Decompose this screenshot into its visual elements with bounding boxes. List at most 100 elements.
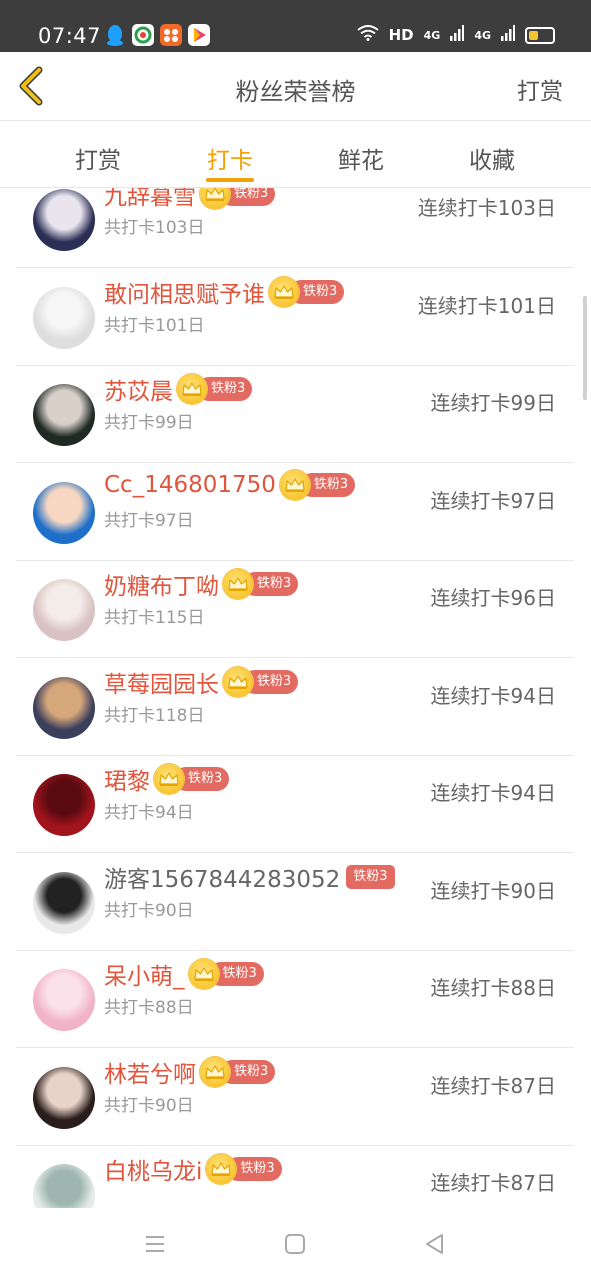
name-line: 珺黎 铁粉3 — [104, 762, 230, 796]
app-icon — [160, 24, 182, 46]
avatar[interactable] — [33, 676, 95, 739]
tab-reward[interactable]: 打赏 — [58, 141, 138, 175]
signal-icon — [450, 25, 465, 45]
avatar[interactable] — [33, 481, 95, 544]
qq-icon — [104, 24, 126, 46]
user-name[interactable]: 草莓园园长 — [104, 665, 219, 699]
tab-checkin[interactable]: 打卡 — [190, 141, 270, 175]
avatar[interactable] — [33, 579, 95, 641]
streak-checkin: 连续打卡101日 — [417, 293, 556, 318]
name-line: 苏苡晨 铁粉3 — [104, 372, 253, 406]
signal-4g-label: 4G — [423, 28, 441, 42]
page-title: 粉丝荣誉榜 — [235, 78, 356, 106]
user-name[interactable]: 敢问相思赋予谁 — [104, 275, 265, 309]
list-item[interactable]: 白桃乌龙i 铁粉3 连续打卡87日 — [16, 1145, 574, 1208]
list-item[interactable]: 九辞暮雪 铁粉3 共打卡103日 连续打卡103日 — [16, 188, 574, 268]
streak-checkin: 连续打卡88日 — [430, 976, 556, 1000]
back-triangle-icon[interactable] — [423, 1232, 447, 1256]
crown-icon — [223, 569, 253, 599]
crown-icon — [188, 959, 219, 989]
user-name[interactable]: 奶糖布丁呦 — [104, 567, 219, 601]
name-line: 九辞暮雪 铁粉3 — [104, 188, 276, 211]
total-checkin: 共打卡115日 — [104, 608, 205, 628]
tab-active-indicator — [206, 178, 254, 182]
battery-icon — [525, 26, 555, 44]
list-item[interactable]: 林若兮啊 铁粉3 共打卡90日 连续打卡87日 — [16, 1048, 574, 1146]
list-item[interactable]: 珺黎 铁粉3 共打卡94日 连续打卡94日 — [16, 755, 574, 853]
user-name[interactable]: 苏苡晨 — [104, 372, 173, 406]
total-checkin: 共打卡97日 — [104, 510, 194, 531]
user-name[interactable]: 游客1567844283052 — [104, 860, 340, 894]
streak-checkin: 连续打卡97日 — [430, 488, 556, 513]
total-checkin: 共打卡99日 — [104, 413, 194, 433]
avatar[interactable] — [33, 286, 95, 349]
list-item[interactable]: 奶糖布丁呦 铁粉3 共打卡115日 连续打卡96日 — [16, 560, 574, 658]
avatar[interactable] — [33, 189, 95, 251]
tab-bar: 打赏 打卡 鲜花 收藏 — [0, 121, 591, 188]
signal-icon-2 — [501, 25, 515, 45]
list-item[interactable]: Cc_146801750 铁粉3 共打卡97日 连续打卡97日 — [16, 463, 574, 561]
total-checkin: 共打卡118日 — [104, 705, 205, 726]
avatar[interactable] — [33, 871, 95, 934]
hd-label: HD — [388, 26, 414, 44]
tab-flowers[interactable]: 鲜花 — [321, 141, 401, 175]
name-line: 呆小萌_ 铁粉3 — [104, 957, 264, 991]
total-checkin: 共打卡103日 — [104, 218, 205, 238]
status-bar: 07:47 HD 4G 4G — [0, 0, 591, 52]
user-name[interactable]: 林若兮啊 — [104, 1055, 196, 1089]
header-bar: 粉丝荣誉榜 打赏 — [0, 52, 591, 121]
user-name[interactable]: 珺黎 — [104, 762, 150, 796]
crown-icon — [269, 276, 299, 307]
total-checkin: 共打卡94日 — [104, 803, 194, 823]
crown-icon — [223, 666, 253, 697]
streak-checkin: 连续打卡90日 — [430, 878, 556, 903]
crown-icon — [279, 469, 310, 500]
video-app-icon — [188, 24, 210, 46]
status-time: 07:47 — [38, 24, 102, 48]
list-item[interactable]: 草莓园园长 铁粉3 共打卡118日 连续打卡94日 — [16, 658, 574, 756]
streak-checkin: 连续打卡99日 — [430, 391, 556, 415]
name-line: 游客1567844283052 铁粉3 — [104, 860, 395, 894]
wifi-icon — [356, 25, 379, 45]
name-line: 草莓园园长 铁粉3 — [104, 665, 299, 699]
total-checkin: 共打卡101日 — [104, 315, 205, 336]
home-icon[interactable] — [283, 1232, 307, 1256]
signal-4g-label-2: 4G — [474, 28, 491, 42]
user-name[interactable]: Cc_146801750 — [104, 472, 276, 498]
user-name[interactable]: 九辞暮雪 — [104, 188, 196, 211]
browser-icon — [132, 24, 154, 46]
status-indicators: HD 4G 4G — [356, 25, 555, 45]
user-name[interactable]: 白桃乌龙i — [104, 1152, 202, 1186]
list-item[interactable]: 苏苡晨 铁粉3 共打卡99日 连续打卡99日 — [16, 365, 574, 463]
crown-icon — [200, 1056, 230, 1087]
streak-checkin: 连续打卡94日 — [430, 781, 556, 805]
streak-checkin: 连续打卡87日 — [430, 1073, 556, 1098]
streak-checkin: 连续打卡87日 — [430, 1171, 556, 1195]
list-item[interactable]: 呆小萌_ 铁粉3 共打卡88日 连续打卡88日 — [16, 950, 574, 1048]
crown-icon — [200, 188, 230, 209]
menu-icon[interactable] — [143, 1232, 167, 1256]
tab-favorites[interactable]: 收藏 — [452, 141, 532, 175]
user-name[interactable]: 呆小萌_ — [104, 957, 185, 991]
name-line: 奶糖布丁呦 铁粉3 — [104, 567, 299, 601]
avatar[interactable] — [33, 969, 95, 1031]
name-line: 白桃乌龙i 铁粉3 — [104, 1152, 282, 1186]
fan-list[interactable]: 九辞暮雪 铁粉3 共打卡103日 连续打卡103日 敢问相思赋予谁 铁粉3 共打卡101日连… — [0, 188, 591, 1208]
avatar[interactable] — [33, 1164, 95, 1208]
crown-icon — [177, 374, 207, 404]
total-checkin: 共打卡90日 — [104, 1095, 194, 1116]
name-line: 林若兮啊 铁粉3 — [104, 1055, 276, 1089]
list-item[interactable]: 游客1567844283052 铁粉3 共打卡90日 连续打卡90日 — [16, 853, 574, 951]
fan-level-badge: 铁粉3 — [346, 864, 395, 889]
avatar[interactable] — [33, 1066, 95, 1129]
streak-checkin: 连续打卡94日 — [430, 683, 556, 708]
scrollbar[interactable] — [583, 296, 587, 400]
name-line: 敢问相思赋予谁 铁粉3 — [104, 275, 345, 309]
avatar[interactable] — [33, 774, 95, 836]
system-nav-bar — [0, 1208, 591, 1280]
list-item[interactable]: 敢问相思赋予谁 铁粉3 共打卡101日 连续打卡101日 — [16, 268, 574, 366]
streak-checkin: 连续打卡103日 — [417, 196, 556, 220]
reward-button[interactable]: 打赏 — [517, 72, 563, 106]
crown-icon — [154, 764, 184, 794]
avatar[interactable] — [33, 384, 95, 446]
